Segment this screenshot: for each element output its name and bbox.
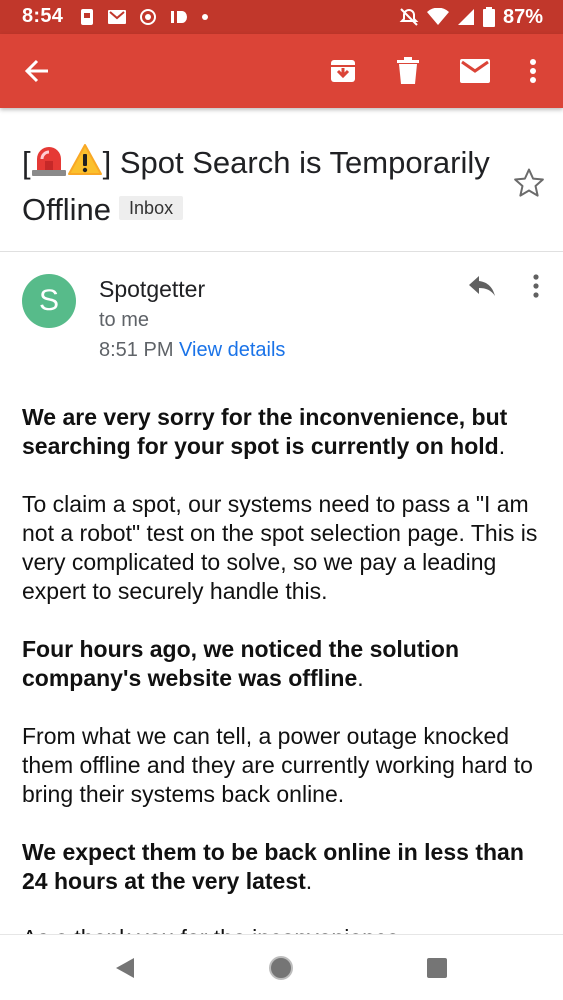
back-button[interactable] xyxy=(17,51,57,91)
id-icon xyxy=(170,10,188,24)
status-icons-right: 87% xyxy=(391,6,543,28)
mail-icon xyxy=(460,59,490,83)
reply-icon xyxy=(469,276,495,296)
back-arrow-icon xyxy=(24,59,48,83)
wifi-icon xyxy=(426,8,449,26)
sender-name: Spotgetter xyxy=(99,276,206,302)
subject-prefix: [ xyxy=(22,145,31,180)
body-bold-text: We expect them to be back online in less… xyxy=(22,839,524,894)
body-bold-text: We are very sorry for the inconvenience,… xyxy=(22,404,508,459)
reply-button[interactable] xyxy=(462,270,502,302)
star-button[interactable] xyxy=(512,166,546,200)
email-time: 8:51 PM xyxy=(99,339,174,361)
gmail-icon xyxy=(108,10,126,24)
body-text: . xyxy=(498,433,506,459)
status-bar: 8:54 87% xyxy=(0,0,563,34)
app-icon xyxy=(140,9,156,25)
delete-icon xyxy=(397,57,419,84)
warning-emoji xyxy=(67,143,103,188)
inbox-label[interactable]: Inbox xyxy=(119,196,184,220)
recipient-line[interactable]: to me xyxy=(99,309,149,332)
body-text: . xyxy=(305,868,313,894)
notification-icon xyxy=(80,8,94,26)
status-time: 8:54 xyxy=(22,5,64,27)
battery-percent: 87% xyxy=(502,5,543,28)
system-nav-bar xyxy=(0,934,563,1000)
body-text: . xyxy=(357,665,364,691)
body-paragraph-6-partial: As a thank you for the inconvenience xyxy=(22,922,550,934)
battery-icon xyxy=(482,7,495,27)
archive-button[interactable] xyxy=(323,51,363,91)
app-bar xyxy=(0,34,563,108)
body-paragraph-5: We expect them to be back online in less… xyxy=(22,838,550,896)
subject-area: [] Spot Search is Temporarily Offline Inb… xyxy=(0,108,563,252)
email-subject: [] Spot Search is Temporarily Offline Inb… xyxy=(22,141,502,231)
body-paragraph-4: From what we can tell, a power outage kn… xyxy=(22,723,533,807)
more-vert-icon xyxy=(530,59,536,83)
time-line: 8:51 PM View details xyxy=(99,339,285,362)
nav-recents-button[interactable] xyxy=(424,955,450,981)
message-more-button[interactable] xyxy=(522,270,550,302)
signal-icon xyxy=(457,8,475,26)
avatar[interactable]: S xyxy=(22,274,76,328)
archive-icon xyxy=(331,60,355,82)
body-text: As a thank you for the inconvenience xyxy=(22,924,550,934)
status-icons-left xyxy=(80,8,222,26)
do-not-disturb-icon xyxy=(399,7,419,27)
home-circle-icon xyxy=(269,956,293,980)
mark-unread-button[interactable] xyxy=(455,51,495,91)
nav-home-button[interactable] xyxy=(268,955,294,981)
body-bold-text: Four hours ago, we noticed the solution … xyxy=(22,636,459,691)
star-icon xyxy=(514,168,544,197)
recents-square-icon xyxy=(427,958,447,978)
email-body: We are very sorry for the inconvenience,… xyxy=(22,403,550,925)
body-paragraph-1: We are very sorry for the inconvenience,… xyxy=(22,403,550,461)
nav-back-button[interactable] xyxy=(112,955,138,981)
siren-emoji xyxy=(31,143,67,188)
view-details-link[interactable]: View details xyxy=(179,339,285,361)
body-paragraph-2: To claim a spot, our systems need to pas… xyxy=(22,491,538,604)
back-triangle-icon xyxy=(116,958,134,978)
more-vert-icon xyxy=(533,274,539,298)
body-paragraph-3: Four hours ago, we noticed the solution … xyxy=(22,635,550,693)
delete-button[interactable] xyxy=(388,51,428,91)
more-options-button[interactable] xyxy=(513,51,553,91)
dot-icon xyxy=(202,14,208,20)
